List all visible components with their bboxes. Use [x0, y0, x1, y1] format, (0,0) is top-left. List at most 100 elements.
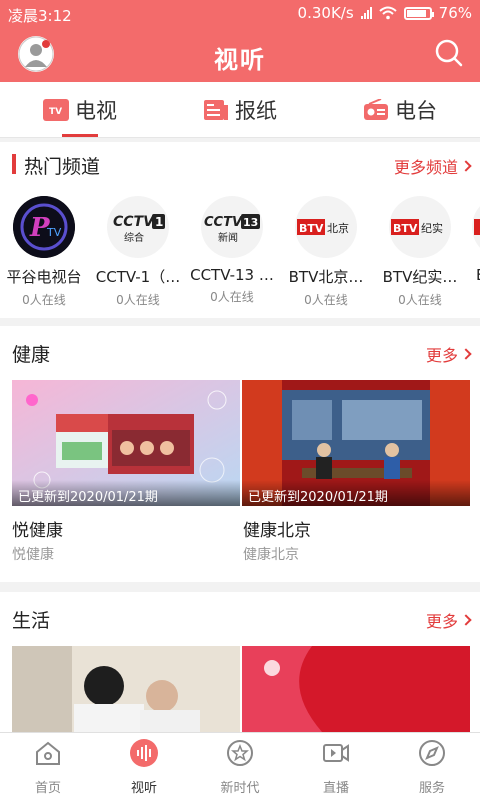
- status-bar: 凌晨3:12 0.30K/s 76%: [0, 0, 480, 28]
- channel-name: CCTV-1（…: [95, 268, 181, 286]
- tab-radio[interactable]: 电台: [320, 82, 480, 138]
- more-health-link[interactable]: 更多: [425, 342, 472, 366]
- program-title[interactable]: 悦健康: [12, 516, 63, 541]
- channel-logo: [472, 196, 480, 258]
- life-thumbnail-image: [12, 646, 240, 732]
- section-title: 健康: [12, 344, 51, 366]
- channel-item[interactable]: B: [468, 192, 480, 284]
- compass-icon: [419, 740, 445, 766]
- star-badge-icon: [227, 740, 253, 766]
- svg-text:综合: 综合: [124, 231, 144, 244]
- section-marker: [12, 154, 16, 174]
- life-section: 生活 更多: [0, 592, 480, 732]
- nav-home[interactable]: 首页: [0, 739, 96, 796]
- chevron-right-icon: [460, 614, 472, 626]
- nav-label: 新时代: [220, 781, 260, 796]
- nav-new-era[interactable]: 新时代: [192, 739, 288, 796]
- signal-icon: [360, 7, 372, 19]
- program-thumbnail[interactable]: 已更新到2020/01/21期: [12, 380, 240, 506]
- channel-item[interactable]: P TV 平谷电视台 0人在线: [0, 192, 90, 308]
- video-camera-icon: [323, 744, 349, 762]
- more-life-link[interactable]: 更多: [425, 608, 472, 632]
- app-header: 视听: [0, 28, 480, 82]
- battery-level: 76%: [438, 4, 472, 22]
- bottom-navigation: 首页 视听 新时代 直播 服务: [0, 732, 480, 800]
- tab-tv[interactable]: TV 电视: [0, 82, 160, 138]
- program-subtitle: 悦健康: [12, 547, 54, 563]
- health-section: 健康 更多 已更新到2020/01/21期 悦健康 悦健康 已更新到2020/0…: [0, 326, 480, 582]
- section-header: 热门频道 更多频道: [0, 142, 480, 186]
- more-label: 更多: [425, 346, 458, 365]
- svg-text:CCTV: CCTV: [113, 214, 155, 230]
- ptv-logo: P TV: [13, 196, 75, 258]
- nav-audiovisual[interactable]: 视听: [96, 739, 192, 796]
- chevron-right-icon: [460, 348, 472, 360]
- channel-online-count: 0人在线: [304, 293, 348, 307]
- status-time: 凌晨3:12: [8, 7, 72, 25]
- channel-item[interactable]: BTV 北京 BTV北京… 0人在线: [280, 192, 372, 308]
- program-title[interactable]: 健康北京: [243, 516, 311, 541]
- program-thumbnail[interactable]: [12, 646, 240, 732]
- svg-text:新闻: 新闻: [218, 231, 238, 244]
- channel-item[interactable]: BTV 纪实 BTV纪实… 0人在线: [374, 192, 466, 308]
- tab-newspaper[interactable]: 报纸: [160, 82, 320, 138]
- channel-name: B: [468, 266, 480, 284]
- channel-online-count: 0人在线: [210, 290, 254, 304]
- network-speed: 0.30K/s: [297, 4, 354, 22]
- channel-online-count: 0人在线: [22, 293, 66, 307]
- update-caption: 已更新到2020/01/21期: [12, 480, 240, 506]
- section-header: 生活 更多: [0, 596, 480, 640]
- svg-text:TV: TV: [46, 226, 62, 239]
- channel-name: BTV纪实…: [382, 268, 458, 286]
- life-thumbnail-image: [242, 646, 470, 732]
- svg-text:北京: 北京: [327, 221, 349, 235]
- more-channels-link[interactable]: 更多频道: [393, 154, 472, 178]
- channel-name: 平谷电视台: [6, 268, 82, 286]
- tab-label: 报纸: [235, 99, 277, 123]
- section-title: 热门频道: [24, 156, 101, 178]
- section-title: 生活: [12, 610, 51, 632]
- program-thumbnail[interactable]: 已更新到2020/01/21期: [242, 380, 470, 506]
- channel-name: BTV北京…: [288, 268, 364, 286]
- more-label: 更多频道: [393, 158, 458, 177]
- nav-live[interactable]: 直播: [288, 739, 384, 796]
- more-label: 更多: [425, 612, 458, 631]
- battery-icon: [403, 6, 434, 20]
- channel-online-count: 0人在线: [398, 293, 442, 307]
- search-icon[interactable]: [434, 38, 464, 68]
- nav-services[interactable]: 服务: [384, 739, 480, 796]
- svg-text:BTV: BTV: [299, 222, 324, 235]
- cctv13-logo: CCTV 13 新闻: [201, 196, 263, 258]
- channel-name: CCTV-13 …: [190, 266, 274, 284]
- section-header: 健康 更多: [0, 330, 480, 374]
- svg-text:纪实: 纪实: [421, 221, 443, 235]
- svg-text:CCTV: CCTV: [204, 215, 243, 230]
- channel-item[interactable]: CCTV 1 综合 CCTV-1（… 0人在线: [92, 192, 184, 308]
- channel-list: P TV 平谷电视台 0人在线 CCTV 1 综合 CCTV-1（… 0人在线 CCT…: [0, 192, 480, 312]
- program-thumbnail[interactable]: [242, 646, 470, 732]
- hot-channels-section: 热门频道 更多频道 P TV 平谷电视台 0人在线 CCTV 1 综合 CCTV-1（…: [0, 142, 480, 318]
- program-subtitle: 健康北京: [243, 547, 299, 563]
- nav-label: 直播: [322, 781, 349, 796]
- svg-text:BTV: BTV: [393, 222, 418, 235]
- cctv1-logo: CCTV 1 综合: [107, 196, 169, 258]
- nav-label: 视听: [130, 781, 157, 796]
- chevron-right-icon: [460, 160, 472, 172]
- btv-documentary-logo: BTV 纪实: [389, 196, 451, 258]
- home-icon: [36, 741, 60, 765]
- btv-beijing-logo: BTV 北京: [295, 196, 357, 258]
- newspaper-icon: [204, 100, 228, 120]
- tv-icon: TV: [43, 99, 69, 121]
- top-bar: 凌晨3:12 0.30K/s 76% 视听: [0, 0, 480, 82]
- nav-label: 首页: [34, 781, 61, 796]
- page-title: 视听: [214, 46, 266, 74]
- nav-label: 服务: [418, 781, 445, 796]
- active-tab-indicator: [62, 134, 98, 137]
- tab-label: 电视: [75, 99, 117, 123]
- svg-text:1: 1: [155, 215, 163, 229]
- media-tabs: TV 电视 报纸 电台: [0, 82, 480, 138]
- svg-text:TV: TV: [49, 107, 62, 117]
- tab-label: 电台: [395, 99, 437, 123]
- radio-icon: [364, 99, 388, 120]
- channel-item[interactable]: CCTV 13 新闻 CCTV-13 … 0人在线: [186, 192, 278, 305]
